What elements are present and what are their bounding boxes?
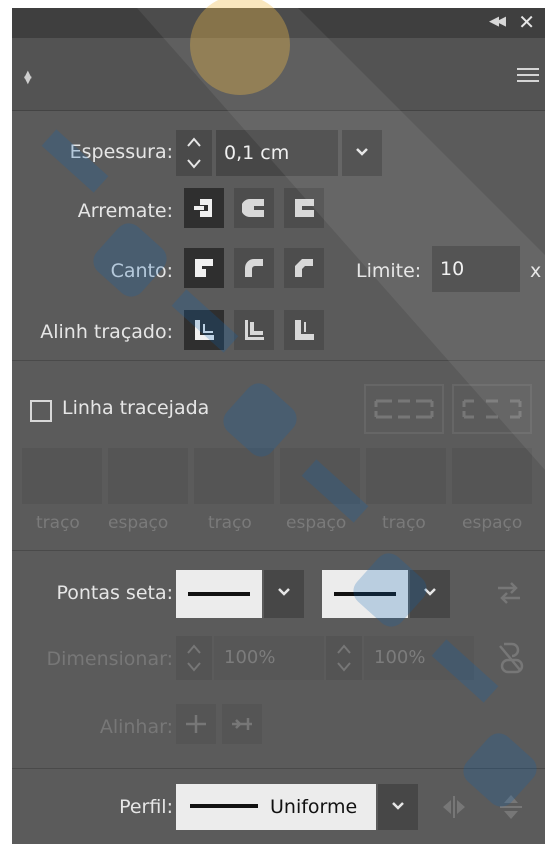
miter-join-icon [195,259,213,277]
dash-preserve-button[interactable] [364,384,444,434]
profile-select[interactable]: Uniforme [176,784,376,830]
align-tip-button[interactable] [176,704,216,744]
panel-menu-icon[interactable] [517,68,539,82]
align-inside-button[interactable] [234,310,274,350]
dash-3-label: traço [382,513,426,533]
scale-end-stepper[interactable] [326,636,362,680]
dash-preserve-icon [374,399,434,419]
align-center-icon [195,320,214,340]
butt-cap-icon [194,199,212,217]
thickness-dropdown[interactable] [342,130,382,176]
align-outside-button[interactable] [284,310,324,350]
flip-profile-icon[interactable] [498,792,524,822]
dash-align-icon [462,399,522,419]
collapse-arrows-icon[interactable]: ◀◀ [489,14,506,29]
round-join-icon [245,259,263,277]
end-arrowhead-select[interactable] [322,570,408,618]
corner-label: Canto: [110,260,173,282]
stepper-down-icon[interactable] [186,158,202,170]
dashed-line-checkbox[interactable] [30,400,52,422]
arrowheads-label: Pontas seta: [56,582,173,604]
gap-1-input[interactable] [108,448,188,504]
stepper-icon [187,644,201,672]
flip-axis-icon[interactable] [440,794,468,820]
cap-label: Arremate: [77,200,173,222]
start-arrowhead-dropdown[interactable] [264,570,304,618]
align-outside-icon [295,320,314,340]
swap-arrows-icon[interactable] [496,580,522,606]
gap-2-label: espaço [286,513,347,533]
butt-cap-button[interactable] [184,188,224,228]
section-divider [12,768,545,769]
dashed-line-label: Linha tracejada [62,397,210,419]
align-stroke-label: Alinh traçado: [40,321,173,343]
end-arrowhead-dropdown[interactable] [410,570,450,618]
bevel-join-button[interactable] [284,248,324,288]
dash-3-input[interactable] [366,448,446,504]
thickness-label: Espessura: [69,141,173,163]
align-tip-icon [186,715,206,733]
align-center-button[interactable] [184,310,224,350]
link-scale-icon[interactable] [496,640,524,676]
gap-1-label: espaço [108,513,169,533]
scale-start-stepper[interactable] [176,636,212,680]
align-end-button[interactable] [222,704,262,744]
align-inside-icon [245,320,264,340]
align-end-icon [232,718,252,730]
thickness-stepper[interactable] [176,130,212,176]
bevel-join-icon [295,259,313,277]
miter-join-button[interactable] [184,248,224,288]
profile-dropdown[interactable] [378,784,418,830]
scale-end-input[interactable]: 100% [364,636,474,680]
gap-3-input[interactable] [452,448,532,504]
chevron-down-icon [356,148,368,156]
panel-titlebar: ◀◀ ✕ [12,8,545,38]
limit-label: Limite: [356,260,422,282]
stepper-up-icon[interactable] [186,136,202,148]
scale-label: Dimensionar: [46,648,173,670]
dash-1-label: traço [36,513,80,533]
limit-suffix: x [530,260,542,282]
dash-1-input[interactable] [22,448,102,504]
dash-align-button[interactable] [452,384,532,434]
projecting-cap-button[interactable] [284,188,324,228]
chevron-down-icon [392,802,404,810]
round-cap-button[interactable] [234,188,274,228]
profile-value: Uniforme [270,796,358,818]
thickness-input[interactable]: 0,1 cm [216,130,338,176]
round-cap-icon [242,199,264,217]
stroke-panel: ◀◀ ✕ ▲ ▼ Espessura: 0,1 cm Arremate: Cant… [12,8,545,844]
limit-input[interactable]: 10 [432,246,520,292]
section-divider [12,550,545,551]
section-divider [12,360,545,361]
gap-2-input[interactable] [280,448,360,504]
panel-toggle-icon[interactable]: ▲ ▼ [24,70,32,86]
profile-label: Perfil: [119,796,173,818]
dash-2-label: traço [208,513,252,533]
dash-2-input[interactable] [194,448,274,504]
stepper-icon [337,644,351,672]
align-label: Alinhar: [99,716,173,738]
start-arrowhead-select[interactable] [176,570,262,618]
chevron-down-icon [278,588,290,596]
round-join-button[interactable] [234,248,274,288]
gap-3-label: espaço [462,513,523,533]
projecting-cap-icon [295,199,314,217]
panel-tabbar: ▲ ▼ [12,38,545,111]
scale-start-input[interactable]: 100% [214,636,324,680]
close-icon[interactable]: ✕ [518,10,535,34]
chevron-down-icon [424,588,436,596]
